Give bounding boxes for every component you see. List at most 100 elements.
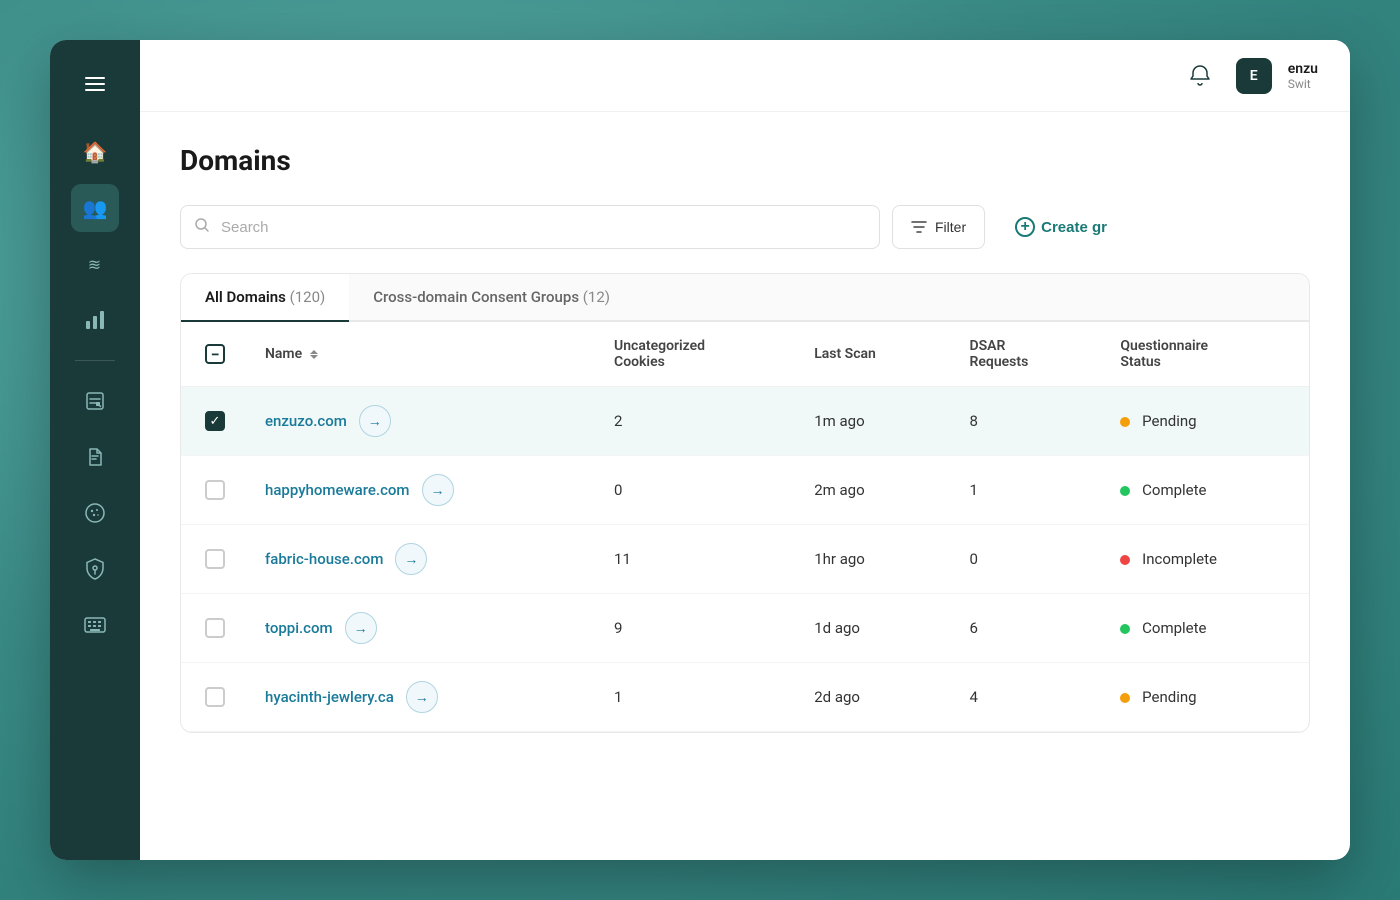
navigate-arrow[interactable]: → [359,405,391,437]
sort-icon [310,350,318,359]
row-checkbox[interactable] [205,480,225,500]
row-name-cell: toppi.com → [245,594,594,663]
row-cookies: 2 [594,387,794,456]
column-last-scan: Last Scan [794,322,949,387]
domain-link[interactable]: hyacinth-jewlery.ca [265,688,394,706]
sidebar-item-keyboard[interactable] [71,601,119,649]
header: E enzu Swit [140,40,1350,112]
toolbar: Filter + Create gr [180,205,1310,249]
navigate-arrow[interactable]: → [395,543,427,575]
sidebar-item-security[interactable] [71,545,119,593]
table-tabs: All Domains (120) Cross-domain Consent G… [181,274,1309,322]
status-dot [1120,417,1130,427]
status-label: Complete [1142,481,1206,499]
row-checkbox[interactable]: ✓ [205,411,225,431]
hamburger-menu[interactable] [75,64,115,104]
row-last-scan: 2m ago [794,456,949,525]
sidebar-item-tasks[interactable]: ≋ [71,240,119,288]
sidebar-item-documents[interactable] [71,433,119,481]
row-checkbox-cell [181,594,245,663]
table-row: toppi.com → 9 1d ago 6 Complete [181,594,1309,663]
sidebar-divider [75,360,115,361]
row-dsar: 8 [949,387,1100,456]
row-checkbox[interactable] [205,618,225,638]
search-input[interactable] [180,205,880,249]
switch-label: Swit [1288,77,1318,91]
navigate-arrow[interactable]: → [345,612,377,644]
row-status: Pending [1100,387,1309,456]
row-name-cell: enzuzo.com → [245,387,594,456]
row-status: Complete [1100,594,1309,663]
plus-icon: + [1015,217,1035,237]
status-label: Pending [1142,688,1196,706]
page-title: Domains [180,144,1310,177]
row-checkbox[interactable] [205,549,225,569]
status-dot [1120,624,1130,634]
data-table-container: All Domains (120) Cross-domain Consent G… [180,273,1310,733]
column-checkbox: − [181,322,245,387]
search-wrapper [180,205,880,249]
sidebar-item-analytics[interactable] [71,296,119,344]
notification-bell[interactable] [1180,56,1220,96]
column-uncategorized-cookies: UncategorizedCookies [594,322,794,387]
page-content: Domains Filter [140,112,1350,860]
sidebar-item-reports[interactable] [71,377,119,425]
sidebar: 🏠 👥 ≋ [50,40,140,860]
navigate-arrow[interactable]: → [406,681,438,713]
row-dsar: 4 [949,663,1100,732]
table-row: happyhomeware.com → 0 2m ago 1 Complete [181,456,1309,525]
row-last-scan: 1hr ago [794,525,949,594]
domain-link[interactable]: happyhomeware.com [265,481,410,499]
user-info: enzu Swit [1288,61,1318,91]
sidebar-item-users[interactable]: 👥 [71,184,119,232]
row-status: Pending [1100,663,1309,732]
row-name-cell: fabric-house.com → [245,525,594,594]
status-label: Complete [1142,619,1206,637]
row-checkbox-cell [181,663,245,732]
status-label: Incomplete [1142,550,1217,568]
domain-link[interactable]: enzuzo.com [265,412,347,430]
row-checkbox[interactable] [205,687,225,707]
sidebar-item-home[interactable]: 🏠 [71,128,119,176]
user-avatar[interactable]: E [1236,58,1272,94]
tab-all-domains[interactable]: All Domains (120) [181,274,349,322]
row-dsar: 6 [949,594,1100,663]
column-questionnaire-status: QuestionnaireStatus [1100,322,1309,387]
row-cookies: 9 [594,594,794,663]
row-name-cell: happyhomeware.com → [245,456,594,525]
navigate-arrow[interactable]: → [422,474,454,506]
row-checkbox-cell: ✓ [181,387,245,456]
domain-link[interactable]: fabric-house.com [265,550,383,568]
tab-cross-domain[interactable]: Cross-domain Consent Groups (12) [349,274,634,322]
status-dot [1120,555,1130,565]
create-button[interactable]: + Create gr [997,205,1125,249]
row-last-scan: 1d ago [794,594,949,663]
hamburger-icon [85,77,105,91]
column-name: Name [245,322,594,387]
row-cookies: 0 [594,456,794,525]
row-last-scan: 1m ago [794,387,949,456]
status-dot [1120,486,1130,496]
status-label: Pending [1142,412,1196,430]
main-content: E enzu Swit Domains [140,40,1350,860]
username: enzu [1288,61,1318,77]
row-name-cell: hyacinth-jewlery.ca → [245,663,594,732]
search-icon [194,217,210,237]
sidebar-item-cookies[interactable] [71,489,119,537]
row-checkbox-cell [181,456,245,525]
select-all-checkbox[interactable]: − [205,344,225,364]
row-dsar: 1 [949,456,1100,525]
row-dsar: 0 [949,525,1100,594]
status-dot [1120,693,1130,703]
filter-button[interactable]: Filter [892,205,985,249]
table-row: hyacinth-jewlery.ca → 1 2d ago 4 Pending [181,663,1309,732]
row-last-scan: 2d ago [794,663,949,732]
row-cookies: 11 [594,525,794,594]
table-row: fabric-house.com → 11 1hr ago 0 Incomple… [181,525,1309,594]
row-checkbox-cell [181,525,245,594]
row-cookies: 1 [594,663,794,732]
column-dsar-requests: DSARRequests [949,322,1100,387]
domain-link[interactable]: toppi.com [265,619,333,637]
row-status: Incomplete [1100,525,1309,594]
filter-icon [911,221,927,233]
